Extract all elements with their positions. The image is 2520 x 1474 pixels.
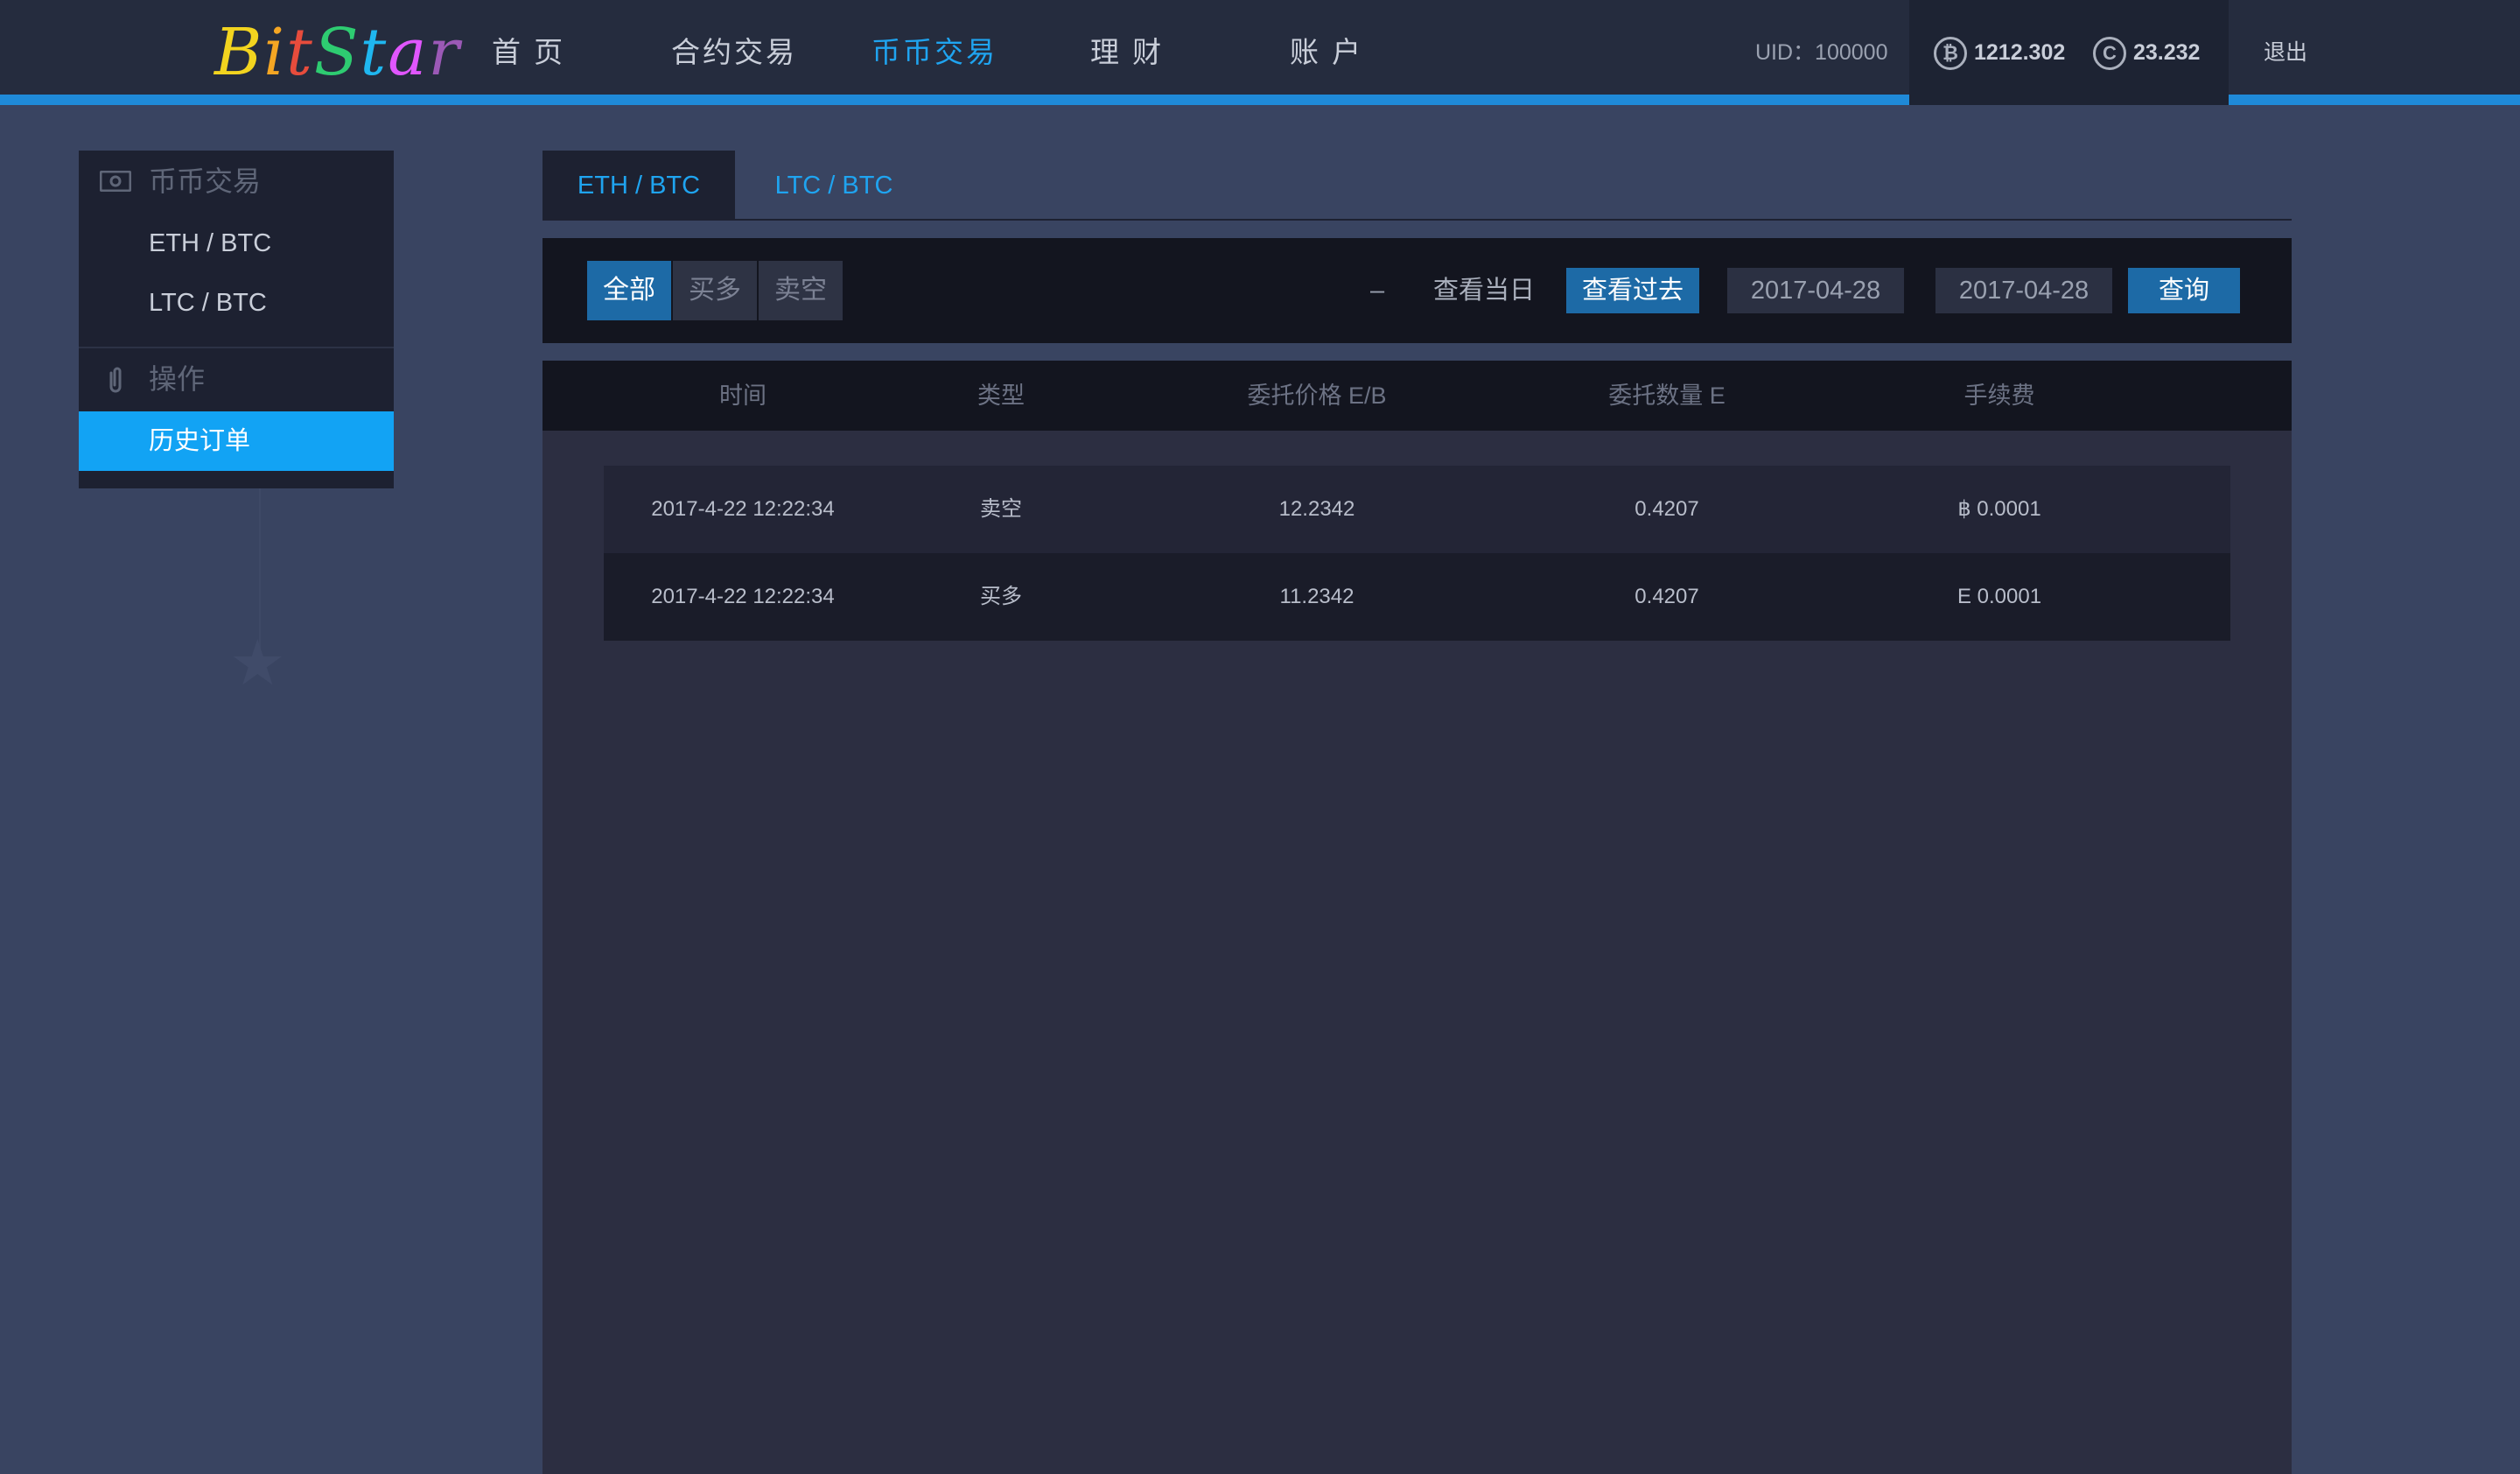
sidebar: 币币交易 ETH / BTC LTC / BTC 操作 历史订单 (79, 151, 394, 488)
filter-long-button[interactable]: 买多 (673, 261, 757, 320)
sidebar-section-operations: 操作 (79, 348, 394, 410)
cell-fee: E 0.0001 (1956, 585, 2042, 608)
sidebar-item-order-history[interactable]: 历史订单 (79, 411, 394, 471)
cell-fee: ฿ 0.0001 (1957, 497, 2041, 521)
tab-ltc-btc[interactable]: LTC / BTC (735, 151, 933, 219)
date-separator: – (1370, 277, 1385, 305)
cell-type: 买多 (980, 585, 1022, 608)
nav-home[interactable]: 首 页 (492, 26, 565, 79)
filter-bar: 全部 买多 卖空 查看当日 查看过去 – 查询 (542, 238, 2292, 343)
cell-price: 12.2342 (1278, 497, 1355, 521)
coin-icon: C (2093, 37, 2126, 71)
user-id: UID：100000 (1755, 40, 1888, 65)
column-header-fee: 手续费 (1964, 383, 2035, 409)
sidebar-item-eth-btc[interactable]: ETH / BTC (79, 214, 394, 273)
pair-tabs: ETH / BTC LTC / BTC (542, 151, 2292, 221)
logout-link[interactable]: 退出 (2264, 32, 2307, 74)
tab-eth-btc[interactable]: ETH / BTC (542, 151, 735, 219)
star-icon: ★ (229, 628, 286, 698)
bitcoin-icon: ₿ (1934, 37, 1967, 71)
date-to-input[interactable] (1936, 268, 2112, 313)
table-row[interactable]: 2017-4-22 12:22:34 买多 11.2342 0.4207 E 0… (604, 553, 2230, 641)
sidebar-section-title: 币币交易 (149, 165, 262, 197)
orders-table: 时间 类型 委托价格 E/B 委托数量 E 手续费 2017-4-22 12:2… (542, 361, 2292, 1474)
balance-panel: ₿ 1212.302 C 23.232 (1909, 0, 2229, 105)
column-header-price: 委托价格 E/B (1247, 383, 1387, 409)
view-past-button[interactable]: 查看过去 (1566, 268, 1699, 313)
btc-balance: ₿ 1212.302 (1934, 33, 2065, 72)
cell-time: 2017-4-22 12:22:34 (651, 497, 835, 521)
bitstar-logo[interactable]: BitStar (214, 18, 461, 88)
filter-short-button[interactable]: 卖空 (759, 261, 843, 320)
sidebar-section-title: 操作 (149, 363, 206, 395)
btc-balance-value: 1212.302 (1974, 40, 2066, 65)
sidebar-item-ltc-btc[interactable]: LTC / BTC (79, 273, 394, 333)
nav-contract-trading[interactable]: 合约交易 (671, 26, 797, 79)
query-button[interactable]: 查询 (2128, 268, 2240, 313)
paperclip-icon (98, 348, 133, 410)
cell-quantity: 0.4207 (1634, 585, 1699, 608)
column-header-quantity: 委托数量 E (1608, 383, 1726, 409)
filter-all-button[interactable]: 全部 (587, 261, 671, 320)
date-from-input[interactable] (1727, 268, 1904, 313)
eth-balance-value: 23.232 (2133, 40, 2201, 65)
cell-type: 卖空 (980, 497, 1022, 521)
cell-price: 11.2342 (1279, 585, 1354, 608)
money-icon (98, 151, 133, 212)
view-today-link[interactable]: 查看当日 (1433, 268, 1535, 313)
cell-time: 2017-4-22 12:22:34 (651, 585, 835, 608)
nav-finance[interactable]: 理 财 (1090, 26, 1164, 79)
table-row[interactable]: 2017-4-22 12:22:34 卖空 12.2342 0.4207 ฿ 0… (604, 466, 2230, 553)
cell-quantity: 0.4207 (1634, 497, 1699, 521)
column-header-time: 时间 (719, 383, 766, 409)
sidebar-section-coin-trading: 币币交易 (79, 151, 394, 212)
table-header: 时间 类型 委托价格 E/B 委托数量 E 手续费 (542, 361, 2292, 431)
nav-coin-trading[interactable]: 币币交易 (872, 26, 998, 79)
column-header-type: 类型 (977, 383, 1025, 409)
eth-balance: C 23.232 (2093, 33, 2200, 72)
nav-account[interactable]: 账 户 (1290, 26, 1363, 79)
top-navigation-bar: BitStar 首 页 合约交易 币币交易 理 财 账 户 UID：100000… (0, 0, 2520, 105)
